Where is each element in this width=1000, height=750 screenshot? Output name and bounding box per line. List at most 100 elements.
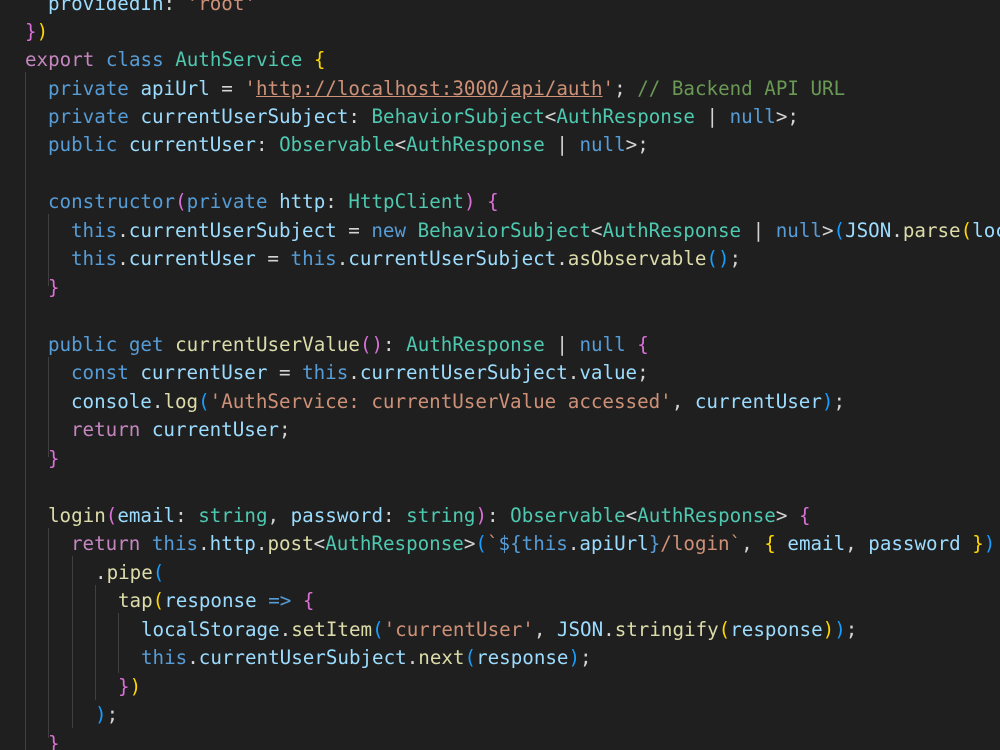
code-token: response bbox=[164, 589, 257, 612]
code-token: => bbox=[256, 589, 303, 612]
code-token: BehaviorSubject bbox=[417, 219, 591, 242]
code-token: () bbox=[706, 247, 730, 270]
code-editor[interactable]: providedIn: 'root' }) export class AuthS… bbox=[0, 0, 1000, 750]
code-line[interactable]: localStorage.setItem('currentUser', JSON… bbox=[141, 616, 857, 645]
code-token: . bbox=[187, 646, 199, 669]
code-token: ; bbox=[787, 105, 799, 128]
code-line[interactable]: this.currentUserSubject.next(response); bbox=[141, 644, 592, 673]
code-token: stringify bbox=[614, 618, 719, 641]
code-token: ( bbox=[198, 390, 210, 413]
code-token: password bbox=[290, 504, 384, 527]
code-token: currentUserSubject bbox=[348, 247, 557, 270]
code-token: , bbox=[671, 390, 695, 413]
code-token: ( bbox=[833, 219, 846, 242]
code-line[interactable]: return this.http.post<AuthResponse>(`${t… bbox=[71, 530, 995, 559]
code-token: : bbox=[175, 504, 199, 527]
code-token: ; bbox=[614, 77, 626, 100]
code-line[interactable]: private currentUserSubject: BehaviorSubj… bbox=[48, 103, 799, 132]
code-token: : bbox=[348, 105, 372, 128]
code-token: return bbox=[71, 418, 141, 441]
code-token: currentUser bbox=[140, 361, 268, 384]
code-token: , bbox=[267, 504, 291, 527]
code-token: post bbox=[267, 532, 314, 555]
code-token: = bbox=[255, 247, 291, 270]
code-token: null bbox=[729, 105, 776, 128]
code-token: AuthResponse bbox=[556, 105, 695, 128]
code-token: < bbox=[625, 504, 638, 527]
code-token: ' bbox=[602, 77, 615, 100]
code-line[interactable]: public get currentUserValue(): AuthRespo… bbox=[48, 331, 649, 360]
api-url-link[interactable]: http://localhost:3000/api/auth bbox=[256, 77, 603, 100]
code-token: ( bbox=[152, 561, 165, 584]
code-token: currentUser bbox=[128, 133, 256, 156]
code-line[interactable]: tap(response => { bbox=[118, 587, 314, 616]
code-line[interactable]: }) bbox=[25, 18, 48, 47]
code-line[interactable]: }) bbox=[118, 673, 141, 702]
code-token: { bbox=[637, 333, 649, 356]
code-token: . bbox=[117, 219, 129, 242]
code-line[interactable]: export class AuthService { bbox=[25, 46, 325, 75]
code-token: AuthResponse bbox=[406, 333, 545, 356]
code-token: AuthResponse bbox=[406, 133, 545, 156]
code-line[interactable]: return currentUser; bbox=[71, 416, 291, 445]
code-token: password bbox=[868, 532, 961, 555]
code-line[interactable]: console.log('AuthService: currentUserVal… bbox=[71, 388, 845, 417]
code-token: ) bbox=[983, 532, 996, 555]
code-token: log bbox=[163, 390, 199, 413]
code-token: } bbox=[48, 732, 60, 750]
code-token: private bbox=[48, 77, 129, 100]
code-token: const bbox=[71, 361, 129, 384]
code-token: apiUrl bbox=[140, 77, 210, 100]
code-token: ) bbox=[475, 504, 488, 527]
code-token: = bbox=[267, 361, 303, 384]
code-token: this bbox=[71, 247, 118, 270]
code-token: { bbox=[798, 504, 811, 527]
code-line[interactable]: constructor(private http: HttpClient) { bbox=[48, 188, 499, 217]
code-token: ; bbox=[637, 133, 649, 156]
code-token: . bbox=[567, 361, 580, 384]
code-token: ${ bbox=[498, 532, 522, 555]
code-token: . bbox=[117, 247, 129, 270]
code-line[interactable]: this.currentUserSubject = new BehaviorSu… bbox=[71, 217, 1000, 246]
code-line[interactable]: private apiUrl = 'http://localhost:3000/… bbox=[48, 75, 845, 104]
code-line[interactable]: } bbox=[48, 445, 60, 474]
code-line[interactable]: } bbox=[48, 730, 60, 750]
code-line[interactable]: login(email: string, password: string): … bbox=[48, 502, 811, 531]
code-token: ( bbox=[718, 618, 731, 641]
code-token: public bbox=[48, 333, 118, 356]
code-token: currentUser bbox=[151, 418, 279, 441]
code-line[interactable]: } bbox=[48, 274, 60, 303]
code-token: ) bbox=[36, 20, 49, 43]
code-line[interactable]: .pipe( bbox=[95, 559, 164, 588]
code-token: > bbox=[775, 504, 788, 527]
code-token: string bbox=[406, 504, 476, 527]
code-line[interactable]: public currentUser: Observable<AuthRespo… bbox=[48, 131, 649, 160]
code-token: | bbox=[694, 105, 730, 128]
code-token: currentUserSubject bbox=[128, 219, 337, 242]
code-token: providedIn bbox=[48, 0, 164, 15]
code-token: ( bbox=[475, 532, 487, 555]
code-token: http bbox=[279, 190, 326, 213]
code-token: | bbox=[544, 133, 580, 156]
code-line[interactable]: this.currentUser = this.currentUserSubje… bbox=[71, 245, 741, 274]
code-token: login bbox=[48, 504, 106, 527]
code-token: public bbox=[48, 133, 118, 156]
code-token: : bbox=[383, 333, 407, 356]
indent-guide bbox=[72, 556, 73, 728]
code-comment: // Backend API URL bbox=[637, 77, 846, 100]
code-token: . bbox=[336, 247, 349, 270]
code-token: | bbox=[544, 333, 580, 356]
code-token: asObservable bbox=[567, 247, 707, 270]
code-token: , bbox=[845, 532, 869, 555]
code-line[interactable]: providedIn: 'root' bbox=[48, 0, 256, 19]
code-line[interactable]: const currentUser = this.currentUserSubj… bbox=[71, 359, 649, 388]
code-token: . bbox=[891, 219, 903, 242]
code-token: 'AuthService: currentUserValue accessed' bbox=[209, 390, 672, 413]
code-token: : bbox=[163, 0, 187, 15]
code-token: . bbox=[198, 532, 210, 555]
code-token: ; bbox=[833, 390, 846, 413]
code-token: currentUser bbox=[128, 247, 256, 270]
code-token: 'currentUser' bbox=[383, 618, 534, 641]
code-line[interactable]: ); bbox=[95, 701, 118, 730]
code-token: } bbox=[118, 675, 130, 698]
